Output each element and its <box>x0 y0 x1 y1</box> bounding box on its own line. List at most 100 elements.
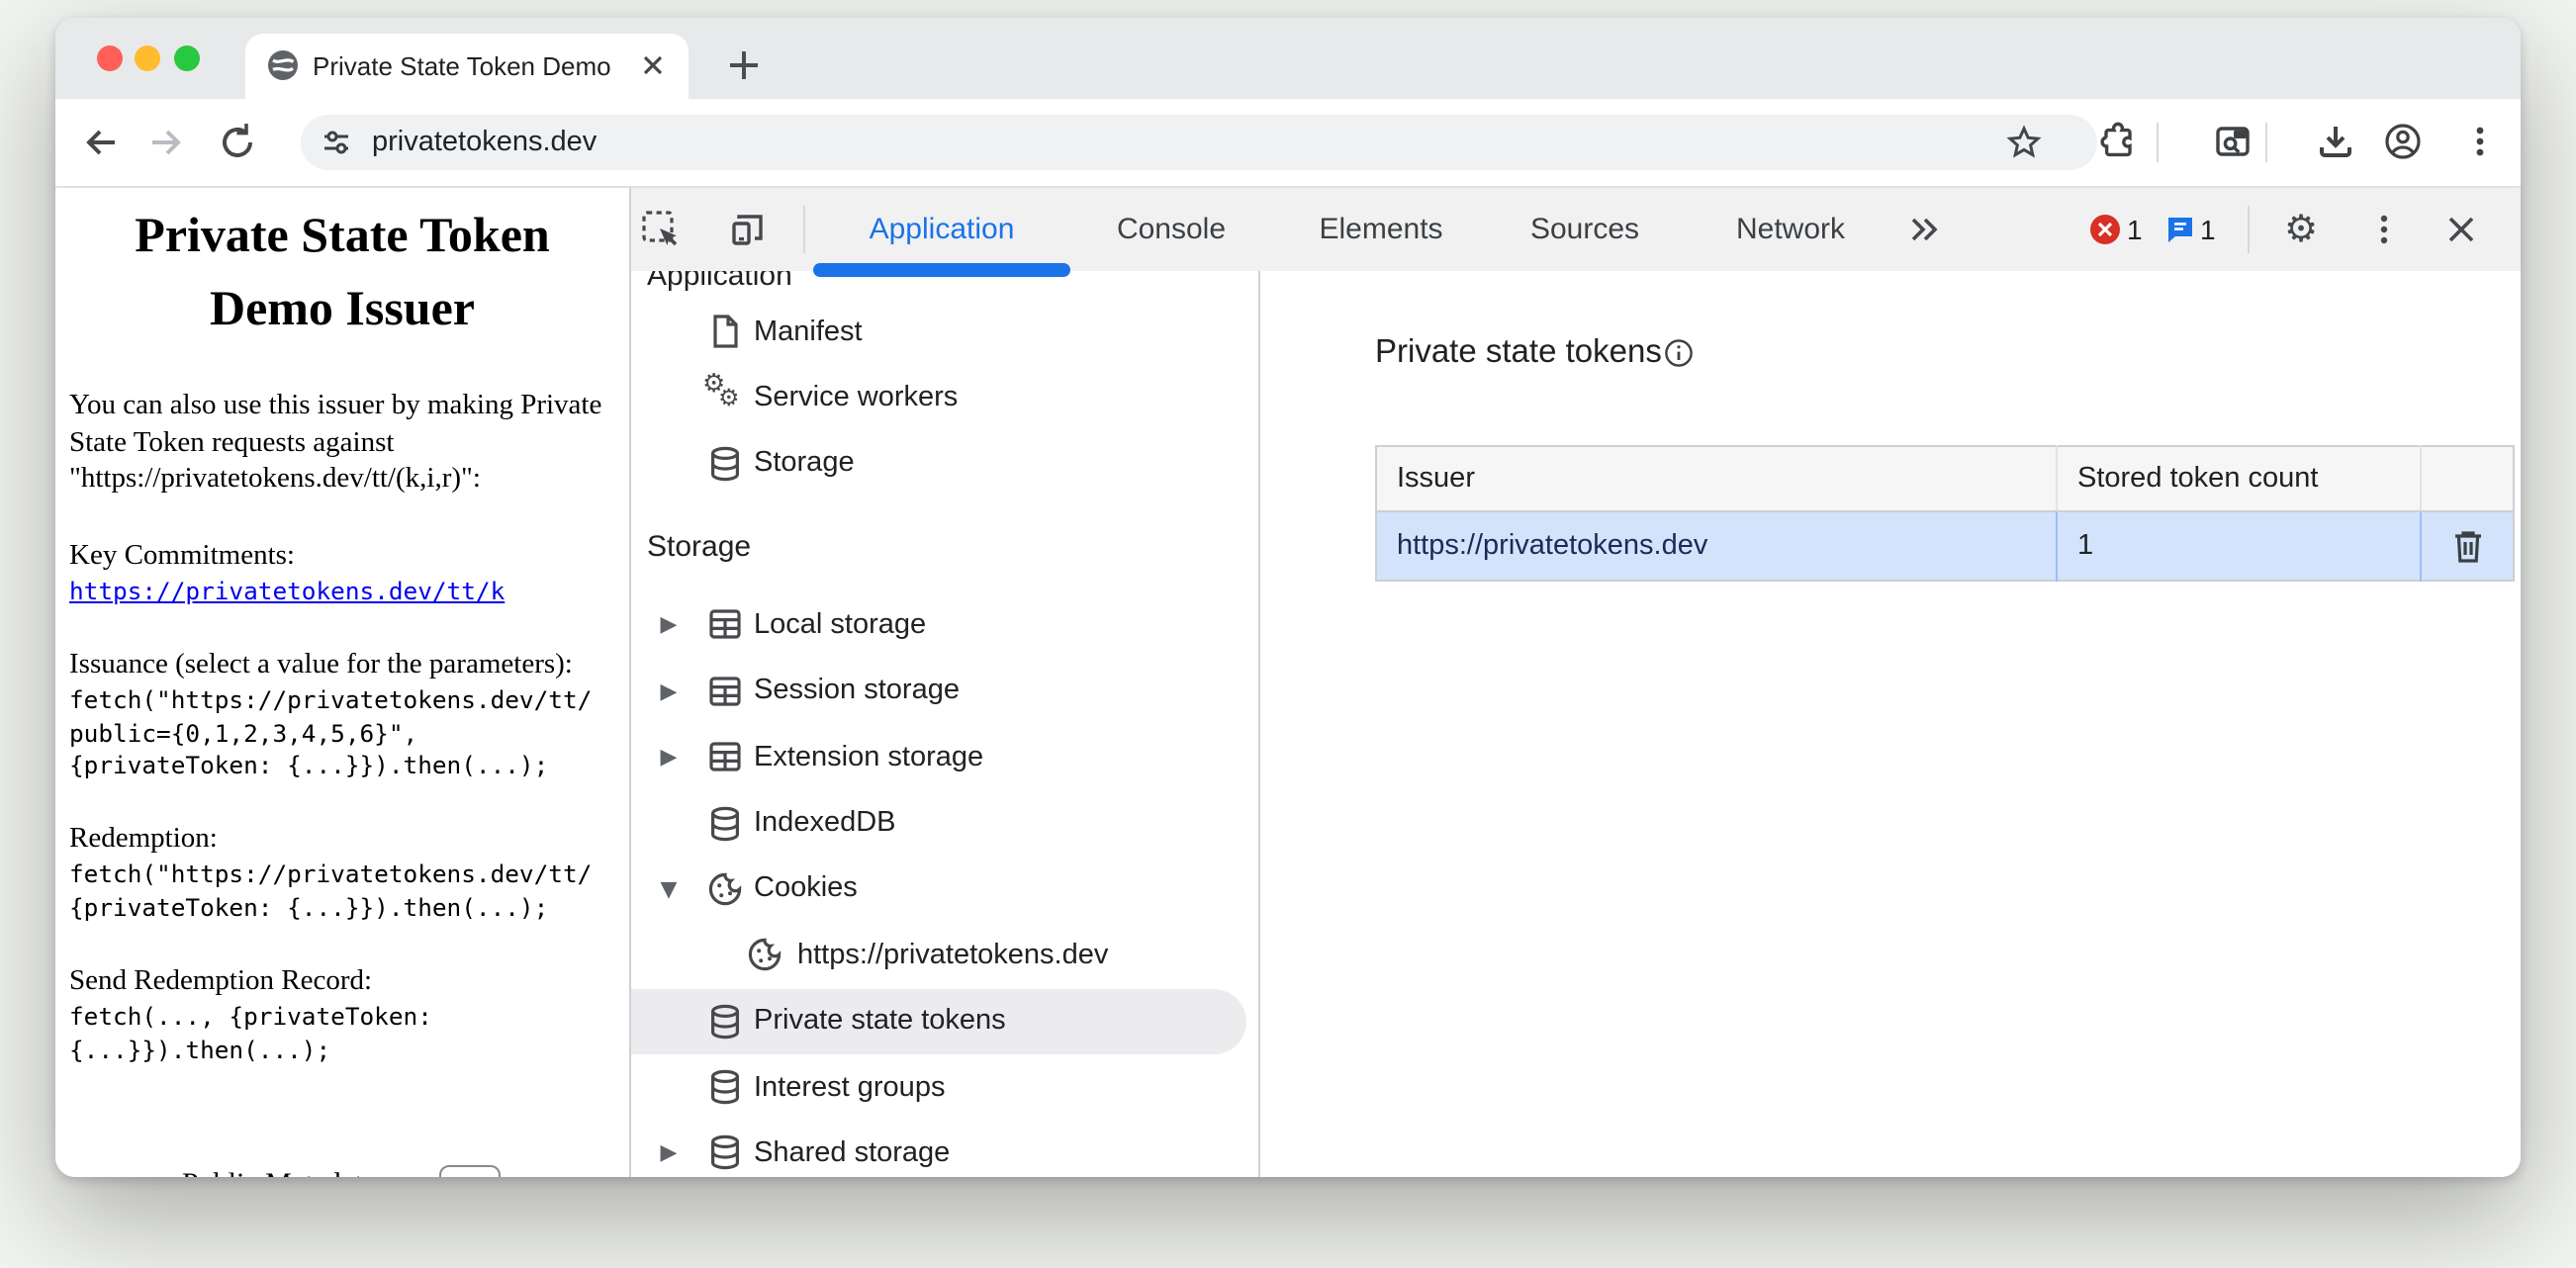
srr-code-line: fetch(..., {privateToken: <box>69 1001 621 1034</box>
section-storage: Storage <box>631 528 1258 568</box>
tab-elements[interactable]: Elements <box>1319 213 1442 246</box>
sidebar-item-label: Cookies <box>754 873 858 905</box>
public-metadata-row: Public Metadata 0 <box>55 1165 629 1177</box>
profile-icon[interactable] <box>2382 121 2424 162</box>
info-icon[interactable] <box>1664 338 1694 368</box>
sidebar-item-label: Session storage <box>754 676 960 707</box>
database-icon <box>706 1002 744 1040</box>
sidebar-item-shared-storage[interactable]: ▶ Shared storage <box>631 1121 1258 1177</box>
panel-title: Private state tokens <box>1375 334 1662 372</box>
sidebar-item-session-storage[interactable]: ▶ Session storage <box>631 658 1258 724</box>
chevron-right-icon[interactable]: ▶ <box>655 744 683 770</box>
sidebar-item-label: Manifest <box>754 316 863 347</box>
url-text[interactable]: privatetokens.dev <box>372 127 597 158</box>
toolbar-divider <box>2265 123 2267 162</box>
new-tab-button[interactable] <box>720 42 768 89</box>
srr-label: Send Redemption Record: <box>69 963 621 1001</box>
column-header-issuer[interactable]: Issuer <box>1376 446 2057 511</box>
table-icon <box>706 738 744 775</box>
sidebar-item-label: https://privatetokens.dev <box>797 940 1108 971</box>
gears-icon: ⚙⚙ <box>702 376 746 419</box>
issuance-code-line: fetch("https://privatetokens.dev/tt/ <box>69 684 621 717</box>
reload-icon[interactable] <box>216 121 259 164</box>
cookie-icon <box>706 870 744 908</box>
sidebar-item-cookie-origin[interactable]: https://privatetokens.dev <box>631 922 1258 988</box>
devtools-toolbar-divider <box>2248 206 2250 253</box>
sidebar-item-label: Storage <box>754 448 855 480</box>
devtools: Application Console Elements Sources Net… <box>629 188 2521 1177</box>
private-state-tokens-panel: Private state tokens Issuer Stored token… <box>1260 271 2521 1177</box>
sidebar-item-label: Local storage <box>754 609 926 641</box>
forward-icon[interactable] <box>144 121 188 164</box>
extensions-puzzle-icon[interactable] <box>2097 121 2139 162</box>
token-count-cell[interactable]: 1 <box>2057 511 2421 581</box>
table-icon <box>706 673 744 710</box>
sidebar-item-private-state-tokens[interactable]: Private state tokens <box>631 988 1246 1054</box>
sidebar-item-label: Interest groups <box>754 1071 945 1103</box>
sidebar-item-local-storage[interactable]: ▶ Local storage <box>631 591 1258 658</box>
browser-menu-kebab-icon[interactable] <box>2459 121 2501 162</box>
chevron-down-icon[interactable]: ▼ <box>655 876 683 902</box>
file-icon <box>706 313 744 350</box>
chevron-right-icon[interactable]: ▶ <box>655 612 683 638</box>
tab-console[interactable]: Console <box>1117 213 1226 246</box>
minimize-window-button[interactable] <box>135 45 160 71</box>
public-metadata-label: Public Metadata <box>182 1169 376 1177</box>
search-side-panel-icon[interactable] <box>2212 121 2254 162</box>
database-icon <box>706 1068 744 1106</box>
trash-icon[interactable] <box>2450 528 2484 564</box>
inspect-element-icon[interactable] <box>641 210 681 249</box>
download-icon[interactable] <box>2315 121 2356 162</box>
omnibox[interactable]: privatetokens.dev <box>301 115 2097 170</box>
device-toolbar-icon[interactable] <box>728 210 768 249</box>
sidebar-item-label: Shared storage <box>754 1137 950 1169</box>
tab-network[interactable]: Network <box>1736 213 1845 246</box>
devtools-menu-kebab-icon[interactable] <box>2364 210 2404 249</box>
table-header-row: Issuer Stored token count <box>1376 446 2514 511</box>
page-intro: You can also use this issuer by making P… <box>69 388 621 498</box>
redemption-label: Redemption: <box>69 822 621 860</box>
content-area: Private State Token Demo Issuer You can … <box>55 188 2521 1177</box>
column-header-stored-token-count[interactable]: Stored token count <box>2057 446 2421 511</box>
browser-tab[interactable]: Private State Token Demo <box>245 34 689 99</box>
toolbar-divider <box>2157 123 2159 162</box>
devtools-close-icon[interactable] <box>2441 210 2481 249</box>
sidebar-item-interest-groups[interactable]: Interest groups <box>631 1054 1258 1121</box>
sidebar-item-service-workers[interactable]: ⚙⚙ Service workers <box>631 365 1258 431</box>
public-metadata-input[interactable]: 0 <box>439 1165 501 1177</box>
sidebar-item-storage[interactable]: Storage <box>631 431 1258 498</box>
column-header-actions <box>2421 446 2514 511</box>
bookmark-star-icon[interactable] <box>2006 125 2042 160</box>
error-count[interactable]: 1 <box>2127 214 2143 245</box>
tab-sources[interactable]: Sources <box>1530 213 1639 246</box>
console-message-badge-icon[interactable] <box>2165 215 2195 244</box>
devtools-settings-gear-icon[interactable]: ⚙ <box>2281 210 2321 249</box>
issuer-cell[interactable]: https://privatetokens.dev <box>1376 511 2057 581</box>
sidebar-item-manifest[interactable]: Manifest <box>631 299 1258 365</box>
error-badge-icon[interactable] <box>2090 215 2120 244</box>
zoom-window-button[interactable] <box>174 45 200 71</box>
more-tabs-chevron-icon[interactable] <box>1903 210 1943 249</box>
table-icon <box>706 606 744 644</box>
delete-cell[interactable] <box>2421 511 2514 581</box>
key-commitments-link[interactable]: https://privatetokens.dev/tt/k <box>69 578 505 605</box>
stage: Private State Token Demo <box>0 0 2576 1268</box>
message-count[interactable]: 1 <box>2200 214 2216 245</box>
table-row[interactable]: https://privatetokens.dev 1 <box>1376 511 2514 581</box>
database-icon <box>706 1134 744 1172</box>
site-settings-icon[interactable] <box>321 127 352 158</box>
tab-close-icon[interactable] <box>637 49 669 81</box>
close-window-button[interactable] <box>97 45 123 71</box>
globe-favicon-icon <box>267 49 299 81</box>
tab-application[interactable]: Application <box>870 213 1015 246</box>
chevron-right-icon[interactable]: ▶ <box>655 679 683 704</box>
sidebar-item-label: Extension storage <box>754 741 983 772</box>
issuance-code-line: {privateToken: {...}}).then(...); <box>69 750 621 782</box>
sidebar-item-cookies[interactable]: ▼ Cookies <box>631 856 1258 922</box>
chevron-right-icon[interactable]: ▶ <box>655 1140 683 1166</box>
devtools-toolbar: Application Console Elements Sources Net… <box>631 188 2521 271</box>
sidebar-item-extension-storage[interactable]: ▶ Extension storage <box>631 724 1258 790</box>
issuance-code-line: public={0,1,2,3,4,5,6}", <box>69 717 621 750</box>
back-icon[interactable] <box>79 121 123 164</box>
sidebar-item-indexeddb[interactable]: IndexedDB <box>631 790 1258 857</box>
